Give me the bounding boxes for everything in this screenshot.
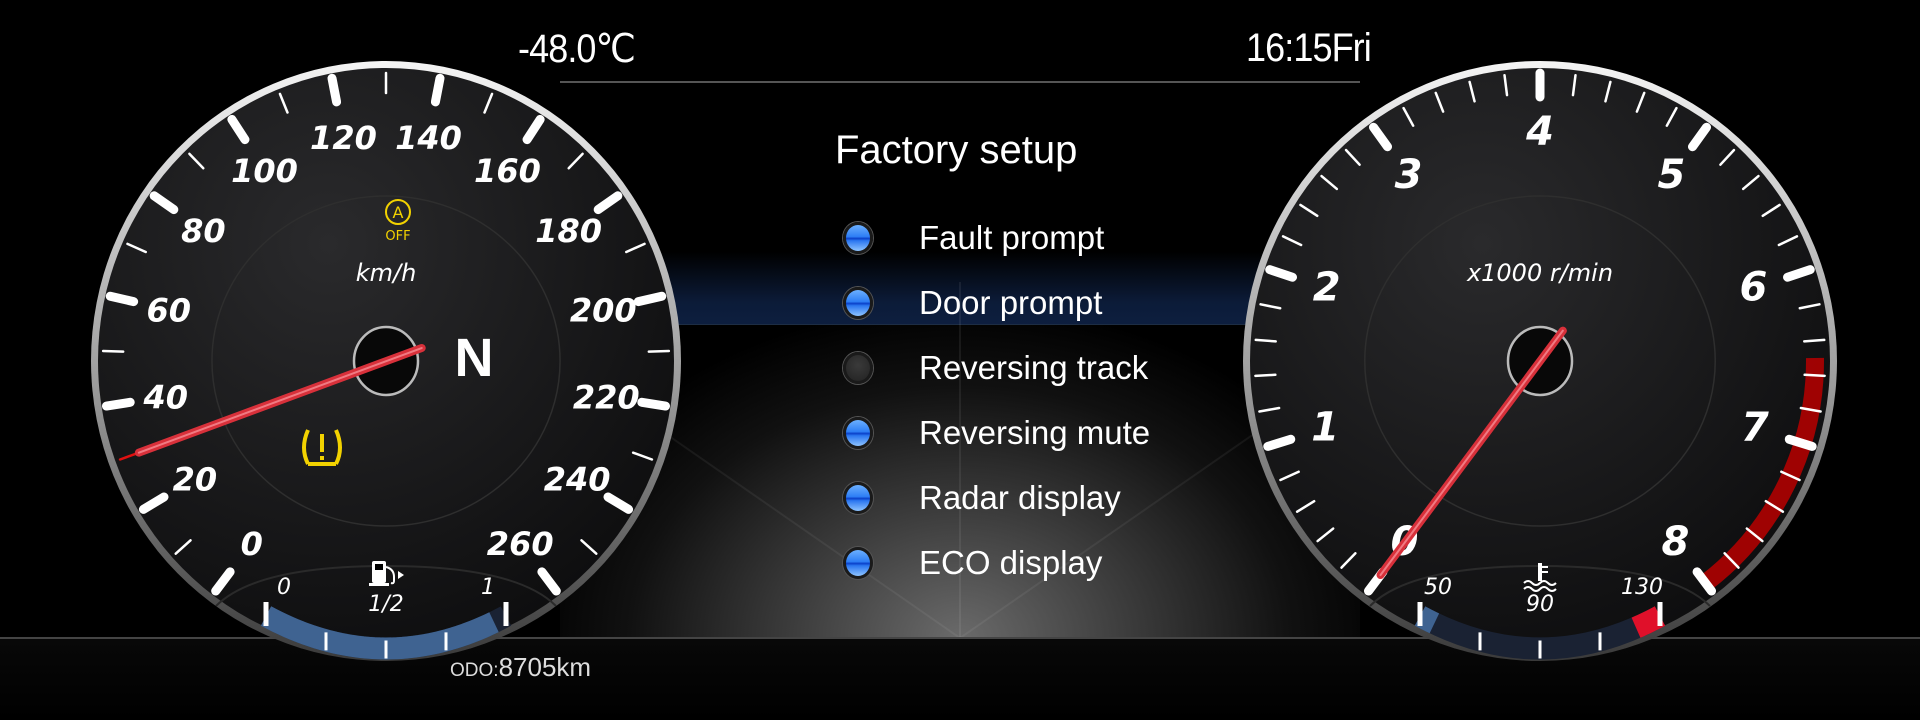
tick-label: 240: [544, 460, 611, 498]
tick-label: 7: [1741, 405, 1769, 451]
sub-gauge-label: 1: [481, 575, 495, 600]
tick-label: 100: [231, 152, 298, 190]
minor-tick: [1803, 338, 1826, 343]
speedometer: 0 20 40 60 80100 120 140 160 180 200 220 240 260 km/h…: [91, 61, 681, 661]
sub-gauge-label: 0: [277, 575, 291, 600]
toggle-on-indicator[interactable]: [843, 546, 873, 579]
tick-label: 200: [570, 292, 637, 330]
tick-label: 220: [573, 379, 640, 417]
tick-label: 180: [535, 212, 602, 250]
tick-label: 5: [1658, 152, 1686, 198]
minor-tick: [101, 349, 125, 353]
tick-label: 3: [1395, 152, 1423, 198]
menu-item-label: Reversing track: [919, 348, 1149, 386]
tick-label: 20: [173, 460, 218, 498]
toggle-on-indicator[interactable]: [843, 481, 873, 514]
tick-label: 140: [395, 119, 462, 157]
major-tick: [105, 291, 139, 307]
tick-label: 40: [142, 379, 188, 417]
unit-label: x1000 r/min: [1466, 259, 1613, 287]
menu-item-label: ECO display: [919, 543, 1103, 581]
minor-tick: [1803, 373, 1826, 378]
tick-label: 260: [487, 525, 554, 563]
svg-text:A: A: [393, 203, 404, 222]
tick-label: 1: [1311, 405, 1339, 451]
toggle-on-indicator[interactable]: [843, 416, 873, 449]
minor-tick: [647, 349, 671, 353]
major-tick: [637, 397, 671, 411]
sub-gauge-label: 90: [1526, 592, 1554, 617]
tick-label: 160: [474, 152, 541, 190]
tick-label: 6: [1739, 265, 1767, 311]
toggle-on-indicator[interactable]: [843, 221, 873, 254]
sub-gauge-label: 1/2: [368, 592, 403, 617]
menu-item-label: Fault prompt: [919, 218, 1105, 256]
tick-label: 0: [241, 525, 263, 563]
tachometer: 012345678x1000 r/min5090130: [1243, 61, 1837, 661]
major-tick: [327, 73, 342, 107]
auto-stop-off-label: OFF: [385, 229, 410, 244]
sub-gauge-hot-zone: [1631, 606, 1666, 638]
odometer: ODO:8705km: [450, 652, 591, 683]
tick-label: 80: [181, 212, 226, 250]
tick-label: 4: [1525, 109, 1554, 155]
gear-indicator: N: [455, 328, 494, 388]
unit-label: km/h: [356, 259, 417, 287]
menu-item-label: Reversing mute: [919, 413, 1151, 451]
sub-gauge-label: 50: [1424, 575, 1452, 600]
menu-item-label: Door prompt: [919, 283, 1103, 321]
major-tick: [430, 73, 445, 107]
menu-item-label: Radar display: [919, 478, 1121, 516]
tick-label: 8: [1661, 519, 1689, 565]
minor-tick: [1254, 373, 1277, 378]
major-tick: [101, 397, 135, 411]
odometer-label: ODO:: [450, 660, 499, 681]
tick-label: 2: [1313, 265, 1341, 311]
tick-label: 120: [310, 119, 377, 157]
major-tick: [633, 291, 667, 307]
menu-title: Factory setup: [835, 128, 1078, 172]
minor-tick: [1254, 338, 1277, 343]
toggle-off-indicator[interactable]: [843, 351, 873, 384]
tick-label: 60: [146, 292, 191, 330]
sub-gauge-label: 130: [1621, 575, 1663, 600]
toggle-on-indicator[interactable]: [843, 286, 873, 319]
odometer-value: 8705km: [498, 652, 592, 682]
